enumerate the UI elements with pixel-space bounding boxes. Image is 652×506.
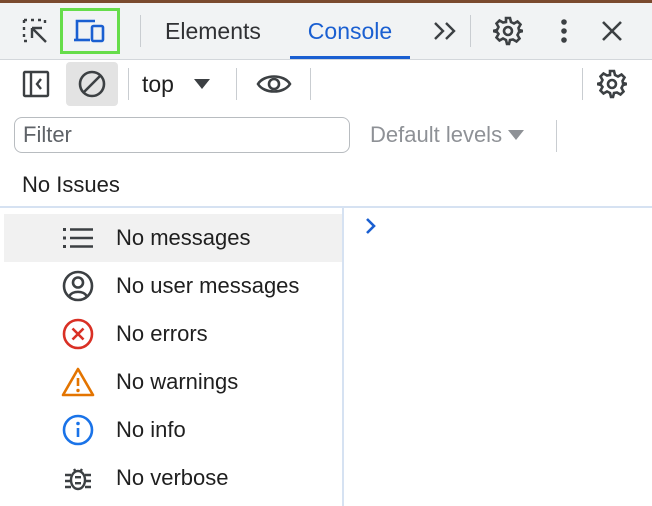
clear-console-button[interactable] xyxy=(66,62,118,106)
sidebar-item-info[interactable]: No info xyxy=(4,406,342,454)
sidebar-item-user-messages[interactable]: No user messages xyxy=(4,262,342,310)
toolbar-divider xyxy=(310,68,311,100)
dropdown-triangle-icon xyxy=(193,79,210,89)
more-vertical-icon xyxy=(561,19,567,43)
tab-elements[interactable]: Elements xyxy=(165,3,261,59)
tab-console[interactable]: Console xyxy=(290,3,410,59)
console-sidebar: No messages No user messages No errors N… xyxy=(0,208,344,506)
list-icon xyxy=(60,220,96,256)
bug-icon xyxy=(60,460,96,496)
double-chevron-right-icon xyxy=(434,22,456,40)
eye-icon xyxy=(256,75,292,93)
gear-icon xyxy=(493,16,523,46)
customize-menu-button[interactable] xyxy=(546,13,582,49)
filter-bar: Default levels xyxy=(0,108,652,164)
gear-icon xyxy=(597,69,627,99)
show-console-sidebar-button[interactable] xyxy=(16,66,56,102)
issues-bar: No Issues xyxy=(0,164,652,208)
sidebar-item-label: No user messages xyxy=(116,273,300,298)
filter-input[interactable] xyxy=(14,117,350,153)
close-devtools-button[interactable] xyxy=(594,13,630,49)
warning-icon xyxy=(60,364,96,400)
console-toolbar: top xyxy=(0,60,652,108)
sidebar-item-label: No verbose xyxy=(116,465,229,490)
inspect-element-button[interactable] xyxy=(18,14,54,50)
sidebar-toggle-icon xyxy=(22,70,50,98)
sidebar-item-label: No errors xyxy=(116,321,208,346)
sidebar-item-label: No warnings xyxy=(116,369,239,394)
sidebar-item-verbose[interactable]: No verbose xyxy=(4,454,342,502)
sidebar-item-errors[interactable]: No errors xyxy=(4,310,342,358)
devtools-tab-bar: Elements Console xyxy=(0,3,652,60)
toolbar-divider xyxy=(236,68,237,100)
console-prompt-chevron-icon xyxy=(364,216,384,240)
console-output-area[interactable] xyxy=(344,208,652,506)
dropdown-triangle-icon xyxy=(508,130,525,140)
sidebar-item-label: No messages xyxy=(116,225,251,250)
issues-status: No Issues xyxy=(22,172,120,197)
more-tabs-button[interactable] xyxy=(428,13,462,49)
inspect-cursor-icon xyxy=(22,18,47,43)
context-selector[interactable]: top xyxy=(142,60,210,108)
filter-bar-divider xyxy=(556,120,557,152)
close-icon xyxy=(602,21,622,41)
user-icon xyxy=(60,268,96,304)
clear-icon xyxy=(78,70,106,98)
sidebar-item-messages[interactable]: No messages xyxy=(4,214,342,262)
toolbar-divider xyxy=(128,68,129,100)
devtools-settings-button[interactable] xyxy=(488,13,528,49)
console-settings-button[interactable] xyxy=(590,66,634,102)
error-icon xyxy=(60,316,96,352)
device-mode-icon xyxy=(74,19,105,43)
tab-bar-divider xyxy=(470,15,471,47)
context-selector-value: top xyxy=(142,70,174,97)
tab-bar-divider xyxy=(140,15,141,47)
log-levels-label: Default levels xyxy=(370,122,503,147)
device-toolbar-button[interactable] xyxy=(60,8,120,54)
sidebar-item-label: No info xyxy=(116,417,186,442)
live-expression-button[interactable] xyxy=(252,66,296,102)
info-icon xyxy=(60,412,96,448)
sidebar-item-warnings[interactable]: No warnings xyxy=(4,358,342,406)
toolbar-divider xyxy=(582,68,583,100)
log-levels-dropdown[interactable]: Default levels xyxy=(370,117,525,153)
